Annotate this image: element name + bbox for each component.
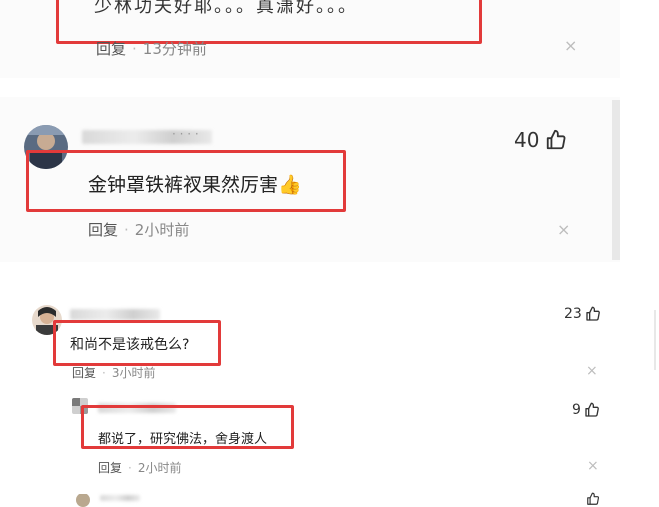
- separator-dot: ·: [102, 366, 106, 380]
- like-count: 23: [564, 306, 582, 322]
- comment-meta-1: 回复 · 13分钟前: [96, 38, 207, 59]
- close-icon[interactable]: ×: [586, 363, 598, 379]
- comment-text-2-body: 金钟罩铁裤衩果然厉害: [88, 174, 279, 196]
- reply-button[interactable]: 回复: [96, 40, 126, 58]
- like-button[interactable]: 23: [564, 306, 601, 322]
- comment-time: 13分钟前: [142, 40, 207, 58]
- comment-meta-3: 回复 · 3小时前: [72, 364, 155, 381]
- separator-dot: ·: [128, 461, 132, 475]
- comment-time: 3小时前: [111, 366, 156, 380]
- like-button[interactable]: 9: [572, 402, 600, 418]
- close-icon[interactable]: ×: [564, 36, 577, 55]
- comment-time: 2小时前: [137, 461, 182, 475]
- like-button[interactable]: [586, 492, 600, 506]
- like-count: 9: [572, 402, 581, 418]
- like-count: 40: [514, 128, 540, 152]
- comment-meta-2: 回复 · 2小时前: [88, 219, 189, 240]
- panel-divider: [612, 100, 620, 260]
- separator-dot: ·: [124, 221, 129, 239]
- comment-text-4: 都说了，研究佛法，舍身渡人: [98, 432, 268, 447]
- comment-text-3: 和尚不是该戒色么?: [70, 337, 190, 353]
- thumbs-up-icon: [585, 306, 601, 322]
- thumbs-up-icon: [545, 129, 567, 151]
- reply-button[interactable]: 回复: [72, 366, 96, 380]
- thumbs-up-icon: [586, 492, 600, 506]
- comment-meta-4: 回复 · 2小时前: [98, 459, 181, 476]
- close-icon[interactable]: ×: [557, 220, 570, 239]
- comment-text-1: 少林功夫好耶。。。真潇好。。。: [94, 0, 358, 17]
- comment-text-2: 金钟罩铁裤衩果然厉害👍: [88, 170, 302, 197]
- username-blurred[interactable]: [70, 309, 160, 320]
- reply-button[interactable]: 回复: [98, 461, 122, 475]
- right-edge-divider: [654, 310, 656, 370]
- avatar[interactable]: [76, 493, 90, 507]
- reply-button[interactable]: 回复: [88, 221, 118, 239]
- thumbs-up-icon: [584, 402, 600, 418]
- separator-dot: ·: [132, 40, 137, 58]
- username-suffix: · · · ·: [172, 127, 199, 141]
- close-icon[interactable]: ×: [587, 458, 599, 474]
- like-button[interactable]: 40: [514, 128, 567, 152]
- thumbs-up-emoji: 👍: [278, 174, 302, 196]
- comment-time: 2小时前: [134, 221, 190, 239]
- username-blurred[interactable]: [100, 495, 140, 501]
